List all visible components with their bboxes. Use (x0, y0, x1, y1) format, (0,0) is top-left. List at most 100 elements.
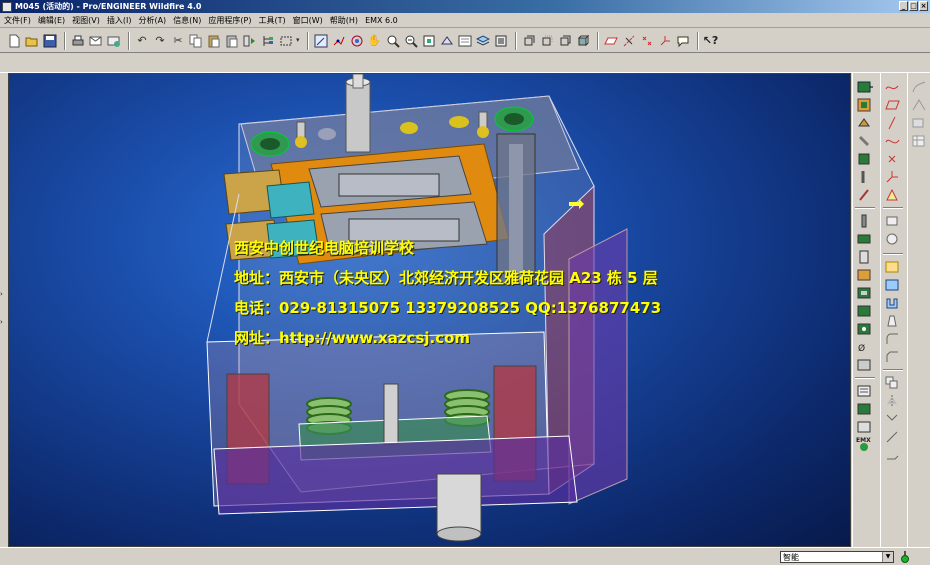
curve-icon[interactable] (910, 79, 928, 95)
reorient-icon[interactable] (439, 33, 455, 49)
chevron-down-icon[interactable]: ▾ (296, 37, 300, 44)
sweep-icon[interactable] (910, 97, 928, 113)
round-icon[interactable] (884, 331, 902, 347)
saved-views-icon[interactable] (457, 33, 473, 49)
emx-icon[interactable]: EMX (856, 435, 874, 451)
sketch-icon[interactable] (884, 79, 902, 95)
repaint-view-icon[interactable] (493, 33, 509, 49)
mold-layout-icon[interactable] (856, 79, 874, 95)
refit-icon[interactable] (421, 33, 437, 49)
lifter-icon[interactable] (856, 231, 874, 247)
hole-icon[interactable] (884, 259, 902, 275)
slider-icon[interactable] (856, 213, 874, 229)
insert-icon[interactable] (856, 285, 874, 301)
plate-icon[interactable] (856, 303, 874, 319)
ejector-pin-icon[interactable] (856, 151, 874, 167)
datum-point-icon[interactable] (884, 151, 902, 167)
email-icon[interactable] (88, 33, 104, 49)
merge-icon[interactable] (884, 411, 902, 427)
regenerate-icon[interactable] (242, 33, 258, 49)
menu-insert[interactable]: 插入(I) (107, 15, 132, 26)
analysis-feature-icon[interactable] (884, 187, 902, 203)
model-tree-icon[interactable] (260, 33, 276, 49)
open-icon[interactable] (24, 33, 40, 49)
shell-icon[interactable] (884, 277, 902, 293)
datum-axes-icon[interactable] (621, 33, 637, 49)
mold-base-icon[interactable] (856, 97, 874, 113)
copy-feature-icon[interactable] (884, 375, 902, 391)
drawing-icon[interactable] (856, 401, 874, 417)
paste-icon[interactable] (206, 33, 222, 49)
orient-mode-icon[interactable] (349, 33, 365, 49)
shading-icon[interactable] (575, 33, 591, 49)
table-icon[interactable] (910, 133, 928, 149)
revolve-icon[interactable] (884, 231, 902, 247)
selection-box-icon[interactable] (278, 33, 294, 49)
bushing-icon[interactable] (856, 267, 874, 283)
menu-info[interactable]: 信息(N) (173, 15, 201, 26)
extend-icon[interactable] (884, 447, 902, 463)
spring-icon[interactable]: Ø (856, 339, 874, 355)
annotations-icon[interactable] (675, 33, 691, 49)
graphics-viewport[interactable]: 西安中创世纪电脑培训学校 地址：西安市（未央区）北郊经济开发区雅荷花园 A23 … (8, 73, 851, 547)
minimize-button[interactable]: _ (899, 1, 908, 11)
menu-analysis[interactable]: 分析(A) (138, 15, 166, 26)
guide-pin-icon[interactable] (856, 169, 874, 185)
clearance-icon[interactable] (856, 419, 874, 435)
blend-icon[interactable] (910, 115, 928, 131)
zoom-in-icon[interactable] (385, 33, 401, 49)
locking-icon[interactable] (856, 357, 874, 373)
datum-points-icon[interactable] (639, 33, 655, 49)
menu-view[interactable]: 视图(V) (72, 15, 100, 26)
selection-filter-select[interactable]: 智能 ▼ (780, 551, 894, 563)
screw-icon[interactable] (856, 133, 874, 149)
hidden-line-icon[interactable] (539, 33, 555, 49)
csys-icon[interactable] (884, 169, 902, 185)
menu-edit[interactable]: 编辑(E) (38, 15, 65, 26)
new-icon[interactable] (6, 33, 22, 49)
email-link-icon[interactable] (106, 33, 122, 49)
datum-axis-icon[interactable] (884, 115, 902, 131)
pan-icon[interactable]: ✋ (367, 33, 383, 49)
chamfer-icon[interactable] (884, 349, 902, 365)
menu-window[interactable]: 窗口(W) (293, 15, 323, 26)
zoom-out-icon[interactable] (403, 33, 419, 49)
wireframe-icon[interactable] (521, 33, 537, 49)
draft-icon[interactable] (884, 313, 902, 329)
rib-icon[interactable] (884, 295, 902, 311)
datum-planes-icon[interactable] (603, 33, 619, 49)
datum-curve-icon[interactable] (884, 133, 902, 149)
menu-tools[interactable]: 工具(T) (259, 15, 286, 26)
collapse-arrow-icon[interactable]: › (0, 290, 6, 298)
sprue-icon[interactable] (856, 187, 874, 203)
undo-icon[interactable]: ↶ (134, 33, 150, 49)
menu-file[interactable]: 文件(F) (4, 15, 31, 26)
repaint-icon[interactable] (313, 33, 329, 49)
menu-emx[interactable]: EMX 6.0 (365, 16, 398, 25)
copy-icon[interactable] (188, 33, 204, 49)
layers-icon[interactable] (475, 33, 491, 49)
bom-icon[interactable] (856, 383, 874, 399)
menu-help[interactable]: 帮助(H) (330, 15, 358, 26)
cooling-icon[interactable] (856, 249, 874, 265)
spin-center-icon[interactable] (331, 33, 347, 49)
collapse-arrow-icon[interactable]: › (0, 318, 6, 326)
datum-plane-icon[interactable] (884, 97, 902, 113)
context-help-icon[interactable]: ↖? (703, 33, 719, 49)
trim-icon[interactable] (884, 429, 902, 445)
component-icon[interactable] (856, 115, 874, 131)
coordinate-systems-icon[interactable] (657, 33, 673, 49)
maximize-button[interactable]: □ (909, 1, 918, 11)
mirror-icon[interactable] (884, 393, 902, 409)
print-icon[interactable] (70, 33, 86, 49)
chevron-down-icon[interactable]: ▼ (882, 552, 893, 562)
paste-special-icon[interactable] (224, 33, 240, 49)
menu-applications[interactable]: 应用程序(P) (208, 15, 251, 26)
cut-icon[interactable]: ✂ (170, 33, 186, 49)
extrude-icon[interactable] (884, 213, 902, 229)
no-hidden-icon[interactable] (557, 33, 573, 49)
save-icon[interactable] (42, 33, 58, 49)
close-button[interactable]: × (919, 1, 928, 11)
stop-pin-icon[interactable] (856, 321, 874, 337)
redo-icon[interactable]: ↷ (152, 33, 168, 49)
